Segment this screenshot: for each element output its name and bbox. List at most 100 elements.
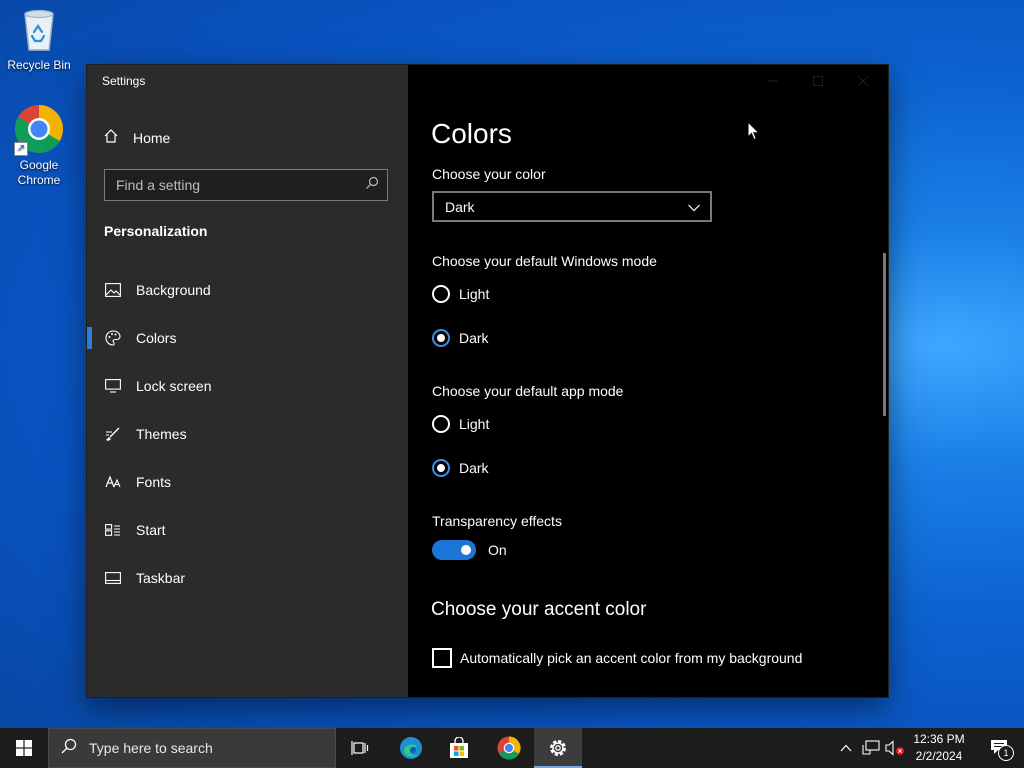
font-icon [104, 473, 122, 491]
desktop-icon-google-chrome[interactable]: ↗ Google Chrome [4, 104, 74, 188]
network-icon [862, 740, 880, 755]
radio-circle[interactable] [432, 415, 450, 433]
windows-mode-dark-radio[interactable]: Dark [432, 329, 489, 347]
content-scrollbar[interactable] [883, 253, 886, 416]
clock-time: 12:36 PM [913, 732, 965, 746]
settings-window: Settings Home Personalization Background [87, 65, 888, 697]
clock-date: 2/2/2024 [915, 749, 963, 763]
chrome-icon: ↗ [14, 104, 64, 156]
transparency-label: Transparency effects [432, 513, 562, 529]
image-icon [104, 281, 122, 299]
clock[interactable]: 12:36 PM 2/2/2024 [904, 731, 974, 765]
maximize-button[interactable] [796, 65, 840, 97]
volume-muted-icon [885, 740, 904, 756]
sidebar-item-lock-screen[interactable]: Lock screen [87, 366, 408, 406]
notification-icon: 1 [990, 739, 1014, 761]
sidebar-item-themes[interactable]: Themes [87, 414, 408, 454]
settings-sidebar: Settings Home Personalization Background [87, 65, 408, 697]
desktop-icon-label: Recycle Bin [7, 58, 71, 72]
home-label: Home [133, 129, 171, 146]
minimize-button[interactable] [751, 65, 795, 97]
choose-color-value: Dark [445, 198, 475, 215]
page-title: Colors [431, 118, 512, 149]
accent-auto-checkbox[interactable] [432, 648, 452, 668]
gear-icon [550, 740, 566, 756]
chevron-down-icon [688, 199, 700, 215]
taskbar-search[interactable] [48, 728, 336, 768]
sidebar-item-start[interactable]: Start [87, 510, 408, 550]
taskbar-edge-button[interactable] [388, 728, 434, 768]
sidebar-item-taskbar[interactable]: Taskbar [87, 558, 408, 598]
sidebar-item-label: Fonts [136, 474, 172, 490]
edge-icon [400, 737, 422, 759]
accent-color-heading: Choose your accent color [431, 599, 647, 620]
sidebar-home[interactable]: Home [103, 128, 170, 147]
choose-color-label: Choose your color [432, 166, 546, 182]
radio-label: Dark [459, 330, 489, 346]
minimize-icon [768, 80, 778, 82]
windows-mode-light-radio[interactable]: Light [432, 285, 489, 303]
taskbar-search-input[interactable] [87, 739, 321, 757]
sidebar-item-label: Start [136, 522, 166, 538]
search-icon [61, 738, 77, 759]
shortcut-arrow-icon: ↗ [14, 142, 28, 156]
sidebar-item-fonts[interactable]: Fonts [87, 462, 408, 502]
accent-auto-checkbox-row[interactable]: Automatically pick an accent color from … [432, 648, 802, 668]
app-mode-label: Choose your default app mode [432, 383, 624, 399]
settings-content: Colors Choose your color Dark Choose you… [408, 65, 888, 697]
volume-button[interactable] [884, 728, 906, 768]
taskbar-chrome-button[interactable] [486, 728, 532, 768]
transparency-toggle[interactable] [432, 540, 476, 560]
sidebar-item-label: Background [136, 282, 211, 298]
start-icon [104, 521, 122, 539]
radio-label: Dark [459, 460, 489, 476]
taskbar-icon [104, 569, 122, 587]
taskbar-store-button[interactable] [436, 728, 482, 768]
radio-label: Light [459, 416, 490, 432]
transparency-toggle-row: On [432, 540, 507, 560]
notification-count-badge: 1 [998, 745, 1014, 761]
sidebar-item-label: Lock screen [136, 378, 212, 394]
sidebar-item-label: Colors [136, 330, 177, 346]
taskbar: 12:36 PM 2/2/2024 1 [0, 728, 1024, 768]
app-mode-dark-radio[interactable]: Dark [432, 459, 489, 477]
store-icon [450, 737, 468, 758]
brush-icon [104, 425, 122, 443]
close-icon [858, 76, 868, 86]
network-button[interactable] [860, 728, 882, 768]
search-icon[interactable] [365, 176, 379, 195]
sidebar-item-label: Taskbar [136, 570, 186, 586]
windows-logo-icon [16, 740, 32, 756]
radio-circle[interactable] [432, 285, 450, 303]
accent-auto-label: Automatically pick an accent color from … [460, 650, 803, 666]
recycle-bin-icon [4, 6, 74, 56]
windows-mode-label: Choose your default Windows mode [432, 253, 657, 269]
radio-label: Light [459, 286, 490, 302]
radio-circle[interactable] [432, 459, 450, 477]
start-button[interactable] [0, 728, 48, 768]
sidebar-item-label: Themes [136, 426, 187, 442]
chevron-up-icon [840, 744, 852, 752]
find-setting-input[interactable] [116, 177, 365, 193]
task-view-button[interactable] [338, 728, 382, 768]
desktop-icon-label: Google Chrome [17, 158, 61, 187]
find-setting-search[interactable] [104, 169, 388, 201]
radio-circle[interactable] [432, 329, 450, 347]
task-view-icon [351, 741, 369, 755]
sidebar-item-background[interactable]: Background [87, 270, 408, 310]
mouse-cursor-icon [747, 120, 761, 146]
show-hidden-icons-button[interactable] [836, 728, 856, 768]
window-title: Settings [102, 74, 146, 88]
sidebar-item-colors[interactable]: Colors [87, 318, 408, 358]
lock-screen-icon [104, 377, 122, 395]
maximize-icon [813, 76, 823, 86]
taskbar-settings-button[interactable] [534, 728, 582, 768]
action-center-button[interactable]: 1 [978, 728, 1022, 768]
palette-icon [104, 329, 122, 347]
desktop-icon-recycle-bin[interactable]: Recycle Bin [4, 6, 74, 73]
transparency-state: On [488, 542, 507, 558]
section-heading: Personalization [104, 223, 208, 239]
choose-color-dropdown[interactable]: Dark [432, 191, 712, 222]
app-mode-light-radio[interactable]: Light [432, 415, 489, 433]
close-button[interactable] [841, 65, 885, 97]
